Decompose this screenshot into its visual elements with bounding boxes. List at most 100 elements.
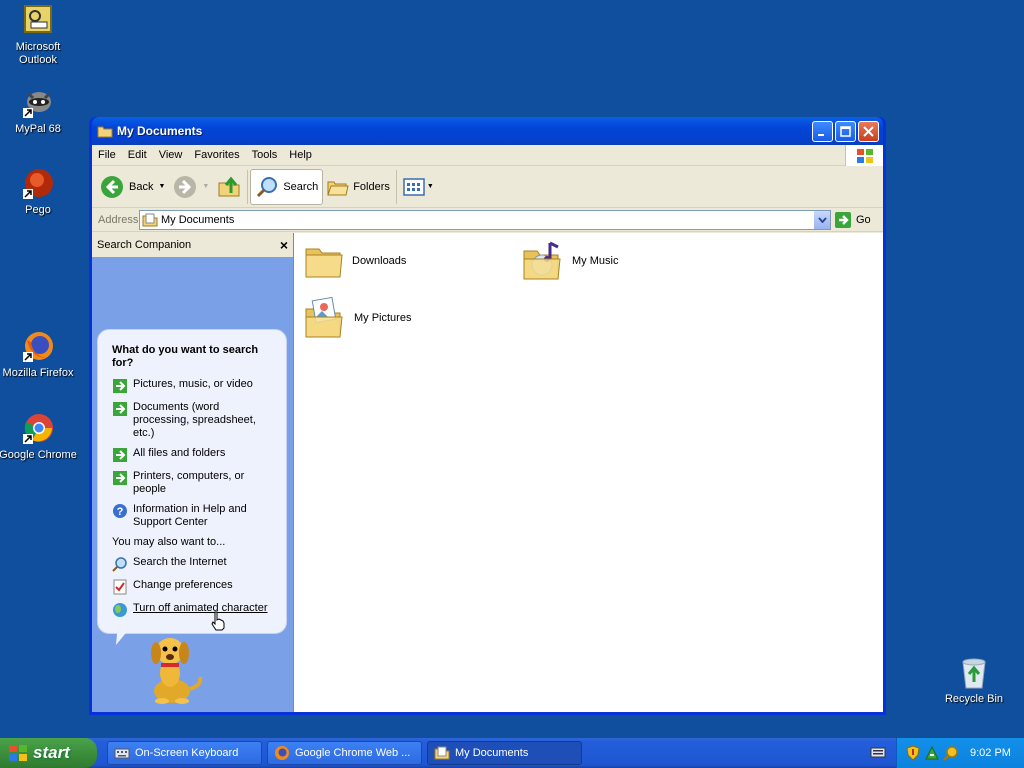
companion-close-icon[interactable]: × [280, 237, 288, 253]
back-label: Back [129, 180, 154, 193]
recycle-bin-icon [957, 656, 991, 690]
search-label: Search [283, 180, 319, 193]
desktop-icon-pego[interactable]: Pego [0, 167, 78, 217]
my-documents-icon [434, 746, 450, 760]
folders-button[interactable]: Folders [323, 169, 394, 205]
outlook-icon [21, 4, 55, 38]
search-option-media[interactable]: Pictures, music, or video [112, 378, 278, 394]
maximize-button[interactable] [835, 120, 856, 142]
desktop-icon-label: Google Chrome [0, 449, 77, 461]
desktop-icon-label: Recycle Bin [944, 693, 1004, 705]
desktop-icon-recycle-bin[interactable]: Recycle Bin [934, 656, 1014, 706]
folders-icon [327, 181, 349, 195]
security-shield-icon[interactable] [905, 745, 921, 761]
go-arrow-icon [835, 211, 851, 228]
file-item-my-music[interactable]: My Music [522, 239, 618, 283]
desktop-icon-label: Pego [25, 204, 51, 216]
menu-help[interactable]: Help [283, 149, 318, 161]
file-name: Downloads [352, 255, 407, 267]
preferences-icon [112, 579, 128, 595]
search-icon [257, 176, 278, 197]
views-icon [403, 177, 425, 196]
views-button[interactable]: ▼ [399, 169, 438, 205]
clock[interactable]: 9:02 PM [970, 747, 1011, 759]
option-label: All files and folders [133, 447, 226, 459]
task-label: Google Chrome Web ... [295, 747, 411, 759]
desktop-icon-outlook[interactable]: Microsoft Outlook [0, 4, 78, 67]
green-arrow-icon [112, 378, 128, 394]
taskbar-item-chrome[interactable]: Google Chrome Web ... [267, 741, 422, 765]
start-label: start [33, 743, 70, 762]
desktop-icon-chrome[interactable]: Google Chrome [0, 412, 78, 462]
search-option-printers[interactable]: Printers, computers, or people [112, 470, 278, 496]
title-bar[interactable]: My Documents [92, 117, 883, 145]
music-folder-icon [523, 241, 561, 280]
menu-tools[interactable]: Tools [246, 149, 284, 161]
chrome-icon [21, 412, 55, 446]
also-change-preferences[interactable]: Change preferences [112, 579, 278, 595]
menu-favorites[interactable]: Favorites [188, 149, 245, 161]
minimize-icon [818, 133, 824, 136]
hand-cursor-icon [210, 611, 226, 634]
address-label: Address [98, 213, 139, 226]
option-label: Search the Internet [133, 556, 227, 568]
system-tray: 9:02 PM [896, 738, 1024, 768]
content-panes: Search Companion × What do you want to s… [92, 233, 883, 712]
menu-bar: File Edit View Favorites Tools Help [92, 145, 883, 166]
green-arrow-icon [112, 470, 128, 486]
search-option-all-files[interactable]: All files and folders [112, 447, 278, 463]
file-item-my-pictures[interactable]: My Pictures [304, 295, 411, 341]
minimize-button[interactable] [812, 120, 833, 142]
file-item-downloads[interactable]: Downloads [304, 241, 406, 281]
search-button[interactable]: Search [250, 168, 324, 205]
rover-dog-icon[interactable] [142, 633, 208, 708]
search-companion-title: Search Companion [97, 239, 192, 251]
start-button[interactable]: start [0, 738, 97, 768]
option-label: Printers, computers, or people [133, 470, 245, 495]
task-label: On-Screen Keyboard [135, 747, 239, 759]
svg-text:?: ? [117, 506, 124, 518]
option-label: Pictures, music, or video [133, 378, 253, 390]
also-turn-off-character[interactable]: Turn off animated character [112, 602, 278, 618]
address-input[interactable]: My Documents [139, 209, 831, 230]
window-client: File Edit View Favorites Tools Help Back… [92, 145, 883, 712]
go-label: Go [856, 213, 871, 226]
taskbar-item-my-documents[interactable]: My Documents [427, 741, 582, 765]
chevron-down-icon[interactable]: ▼ [202, 183, 209, 190]
search-icon[interactable] [943, 745, 959, 761]
toolbar-separator [247, 169, 249, 204]
pictures-folder-icon [305, 296, 343, 338]
network-icon[interactable] [924, 745, 940, 761]
mypal-icon [21, 86, 55, 120]
forward-arrow-icon [174, 175, 197, 198]
toolbar: Back ▼ ▼ Search Folders ▼ [92, 166, 883, 208]
go-button[interactable]: Go [834, 211, 880, 229]
chevron-down-icon[interactable]: ▼ [427, 183, 434, 190]
address-dropdown-button[interactable] [813, 210, 830, 229]
up-folder-icon [218, 176, 240, 196]
option-label: Change preferences [133, 579, 233, 591]
search-option-documents[interactable]: Documents (word processing, spreadsheet,… [112, 401, 278, 440]
menu-file[interactable]: File [92, 149, 122, 161]
back-arrow-icon [101, 175, 123, 198]
menu-edit[interactable]: Edit [122, 149, 153, 161]
file-name: My Music [572, 255, 619, 267]
keyboard-icon [114, 748, 130, 759]
menu-view[interactable]: View [153, 149, 189, 161]
also-search-internet[interactable]: Search the Internet [112, 556, 278, 572]
also-heading: You may also want to... [112, 536, 226, 548]
search-option-help[interactable]: ? Information in Help and Support Center [112, 503, 278, 529]
forward-button[interactable]: ▼ [169, 169, 213, 205]
pego-icon [21, 167, 55, 201]
search-options-bubble: What do you want to search for? Pictures… [97, 329, 287, 634]
desktop-icon-firefox[interactable]: Mozilla Firefox [0, 330, 78, 380]
chevron-down-icon[interactable]: ▼ [158, 183, 165, 190]
back-button[interactable]: Back ▼ [96, 169, 169, 205]
language-bar-icon[interactable] [870, 745, 886, 762]
address-bar: Address My Documents Go [92, 208, 883, 232]
up-folder-button[interactable] [213, 169, 245, 205]
option-label: Information in Help and Support Center [133, 503, 247, 528]
desktop-icon-mypal[interactable]: MyPal 68 [0, 86, 78, 136]
close-button[interactable] [858, 120, 879, 142]
taskbar-item-on-screen-keyboard[interactable]: On-Screen Keyboard [107, 741, 262, 765]
